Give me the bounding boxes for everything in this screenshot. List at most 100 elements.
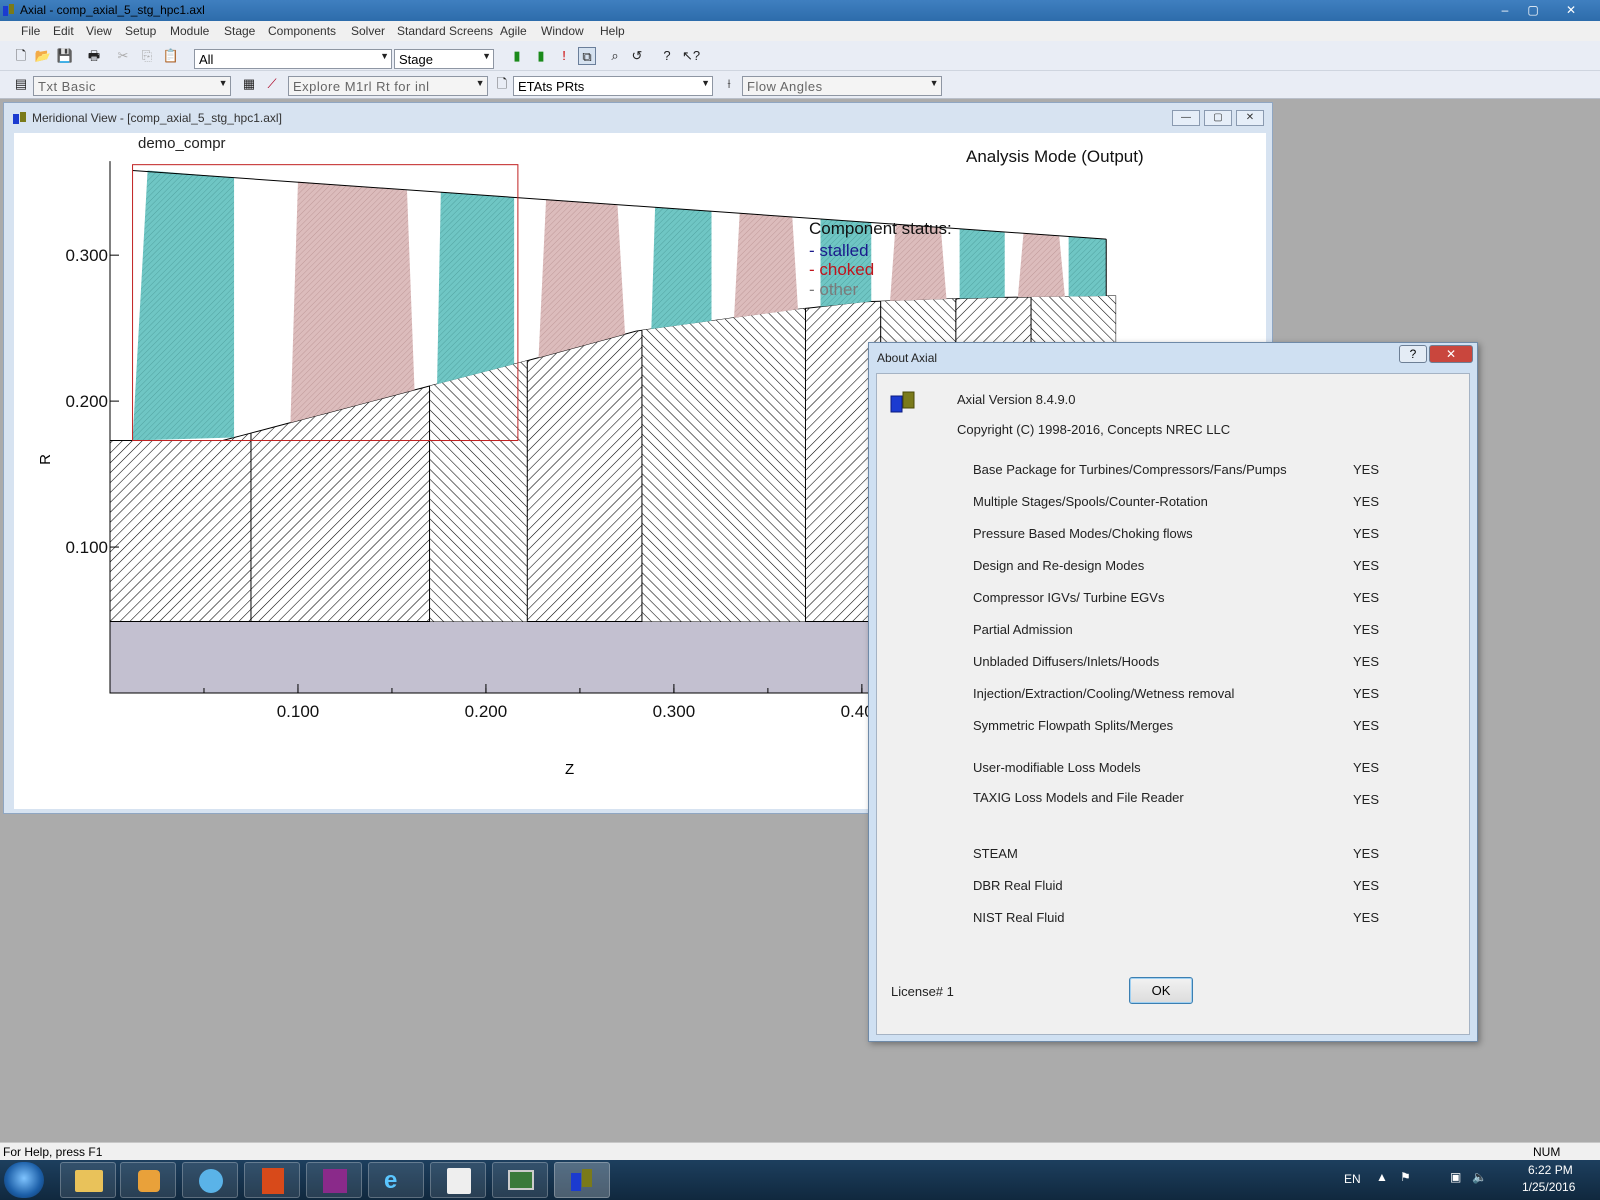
copy-icon[interactable]: ⎘ <box>138 47 156 65</box>
stage-green-icon[interactable]: ▮ <box>508 47 526 65</box>
close-button[interactable]: ✕ <box>1560 2 1582 18</box>
menu-standard-screens[interactable]: Standard Screens <box>397 24 493 38</box>
blade-row-4-choked <box>538 199 626 358</box>
dialog-close-button[interactable]: ✕ <box>1429 345 1473 363</box>
document-icon[interactable]: ▤ <box>12 75 30 93</box>
status-other: - other <box>809 280 859 299</box>
blade-row-10-choked <box>1017 232 1065 298</box>
clock-time[interactable]: 6:22 PM <box>1528 1163 1573 1177</box>
flow-angles-select[interactable]: Flow Angles ▼ <box>742 76 942 96</box>
feature-value: YES <box>1353 590 1380 605</box>
browser-taskbar-icon[interactable]: e <box>368 1162 424 1198</box>
y-tick-label: 0.300 <box>65 246 108 265</box>
feature-name: Injection/Extraction/Cooling/Wetness rem… <box>973 686 1235 701</box>
new-file-icon[interactable]: 🗋 <box>12 47 30 65</box>
media-player-taskbar-icon[interactable] <box>120 1162 176 1198</box>
menu-edit[interactable]: Edit <box>53 24 74 38</box>
hub-disk-segment <box>429 360 528 622</box>
feature-name: Design and Re-design Modes <box>973 558 1145 573</box>
feature-name: TAXIG Loss Models and File Reader <box>973 790 1184 805</box>
mdi-restore-button[interactable]: ▢ <box>1204 110 1232 126</box>
chart-icon[interactable]: ⟋ <box>263 75 281 93</box>
chevron-down-icon: ▼ <box>218 78 228 88</box>
print-icon[interactable]: 🖶 <box>85 47 103 65</box>
help-icon[interactable]: ? <box>658 47 676 65</box>
tray-volume-icon[interactable]: 🔈 <box>1472 1170 1487 1184</box>
stage-select-value: Stage <box>399 52 433 67</box>
menu-setup[interactable]: Setup <box>125 24 156 38</box>
open-folder-icon[interactable]: 📂 <box>34 47 52 65</box>
network-app-taskbar-icon[interactable] <box>182 1162 238 1198</box>
feature-name: Unbladed Diffusers/Inlets/Hoods <box>973 654 1160 669</box>
feature-value: YES <box>1353 622 1380 637</box>
etats-select-value: ETAts PRts <box>518 79 585 94</box>
hub-disk-segment <box>641 308 806 622</box>
language-indicator[interactable]: EN <box>1344 1172 1361 1186</box>
chevron-down-icon: ▼ <box>929 78 939 88</box>
y-axis-label: R <box>36 454 54 465</box>
about-dialog-title: About Axial <box>877 351 938 365</box>
terminal-taskbar-icon[interactable] <box>492 1162 548 1198</box>
menu-stage[interactable]: Stage <box>224 24 255 38</box>
explore-select[interactable]: Explore M1rl Rt for inl ▼ <box>288 76 488 96</box>
stage-select[interactable]: Stage ▼ <box>394 49 494 69</box>
restore-button[interactable]: ▢ <box>1522 2 1544 18</box>
chevron-down-icon: ▼ <box>380 51 389 61</box>
mdi-close-button[interactable]: ✕ <box>1236 110 1264 126</box>
menu-solver[interactable]: Solver <box>351 24 385 38</box>
menu-agile[interactable]: Agile <box>500 24 527 38</box>
tray-expand-icon[interactable]: ▲ <box>1376 1170 1388 1184</box>
version-text: Axial Version 8.4.9.0 <box>957 392 1076 407</box>
menu-components[interactable]: Components <box>268 24 336 38</box>
stage-green-alt-icon[interactable]: ▮ <box>532 47 550 65</box>
app-logo-icon <box>3 4 15 17</box>
mdi-minimize-button[interactable]: — <box>1172 110 1200 126</box>
zoom-icon[interactable]: ⌕ <box>606 47 624 65</box>
menu-file[interactable]: File <box>21 24 40 38</box>
minimize-button[interactable]: – <box>1494 2 1516 18</box>
cut-icon[interactable]: ✂ <box>114 47 132 65</box>
feature-value: YES <box>1353 654 1380 669</box>
rotate-icon[interactable]: ↺ <box>628 47 646 65</box>
menu-module[interactable]: Module <box>170 24 209 38</box>
menu-window[interactable]: Window <box>541 24 584 38</box>
y-tick-label: 0.100 <box>65 538 108 557</box>
tray-flag-icon[interactable]: ⚑ <box>1400 1170 1411 1184</box>
feature-name: Base Package for Turbines/Compressors/Fa… <box>973 462 1287 477</box>
meridional-view-title: Meridional View - [comp_axial_5_stg_hpc1… <box>32 111 282 125</box>
archive-app-taskbar-icon[interactable] <box>306 1162 362 1198</box>
chevron-down-icon: ▼ <box>482 51 491 61</box>
tray-network-icon[interactable]: ▣ <box>1450 1170 1461 1184</box>
blade-row-6-choked <box>734 212 798 318</box>
ok-button[interactable]: OK <box>1129 977 1193 1004</box>
window-cascade-icon[interactable]: ⧉ <box>578 47 596 65</box>
start-button[interactable] <box>4 1162 44 1198</box>
menu-help[interactable]: Help <box>600 24 625 38</box>
blade-row-9-stalled <box>959 228 1005 299</box>
text-screen-value: Txt Basic <box>38 79 96 94</box>
run-solver-icon[interactable]: ! <box>555 47 573 65</box>
table-icon[interactable]: ▦ <box>240 75 258 93</box>
app-title: Axial - comp_axial_5_stg_hpc1.axl <box>20 3 205 17</box>
explorer-taskbar-icon[interactable] <box>60 1162 116 1198</box>
feature-value: YES <box>1353 686 1380 701</box>
feature-value: YES <box>1353 878 1380 893</box>
filter-select[interactable]: All ▼ <box>194 49 392 69</box>
clock-date[interactable]: 1/25/2016 <box>1522 1180 1575 1194</box>
download-app-taskbar-icon[interactable] <box>244 1162 300 1198</box>
paste-icon[interactable]: 📋 <box>162 47 180 65</box>
plot-page-icon[interactable]: 🗋 <box>493 75 511 93</box>
scheduler-taskbar-icon[interactable] <box>430 1162 486 1198</box>
context-help-icon[interactable]: ↖? <box>682 47 700 65</box>
etats-select[interactable]: ETAts PRts ▼ <box>513 76 713 96</box>
dialog-help-button[interactable]: ? <box>1399 345 1427 363</box>
blade-row-2-choked <box>290 181 415 423</box>
line-plot-icon[interactable]: ⟊ <box>720 75 738 93</box>
axial-taskbar-icon[interactable] <box>554 1162 610 1198</box>
feature-value: YES <box>1353 760 1380 775</box>
text-screen-select[interactable]: Txt Basic ▼ <box>33 76 231 96</box>
save-icon[interactable]: 💾 <box>56 47 74 65</box>
feature-name: Compressor IGVs/ Turbine EGVs <box>973 590 1165 605</box>
menu-view[interactable]: View <box>86 24 112 38</box>
component-status-title: Component status: <box>809 219 952 238</box>
